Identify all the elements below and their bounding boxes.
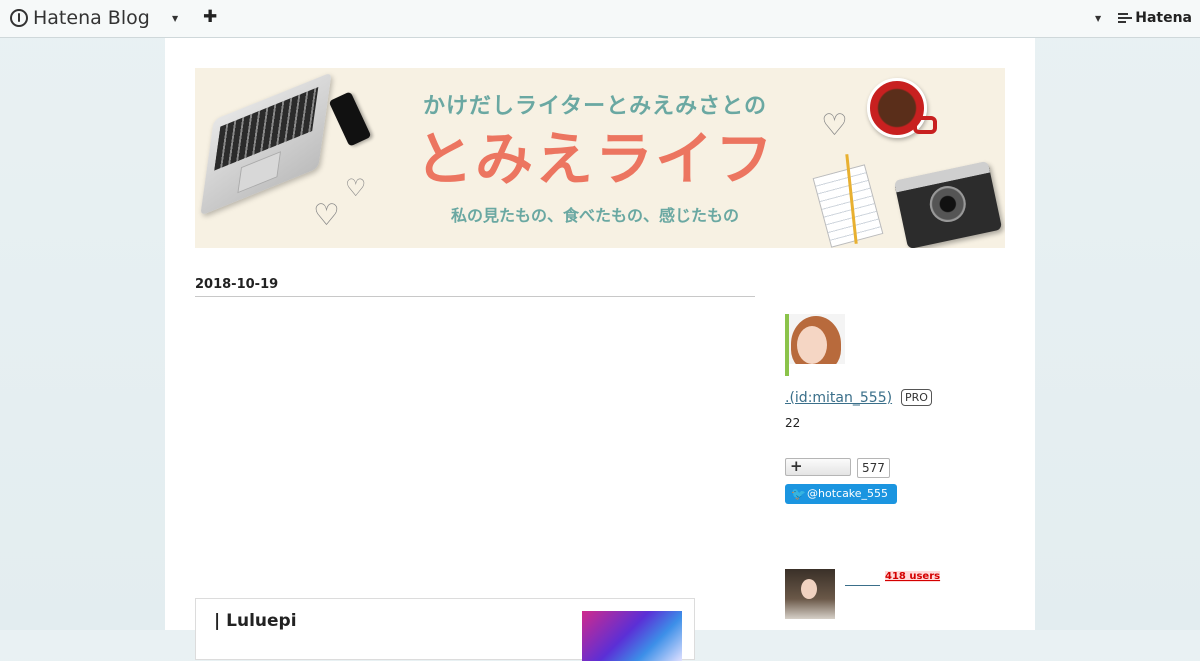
avatar-face [797, 326, 827, 364]
avatar-shirt [785, 364, 845, 376]
blog-header-banner[interactable]: ♡ ♡ ♡ かけだしライターとみえみさとの とみえライフ 私の見たもの、食べたも… [195, 68, 1005, 248]
blog-title: とみえライフ [414, 125, 775, 193]
plus-icon: + [790, 457, 803, 475]
date-divider [195, 296, 755, 297]
twitter-bird-icon: 🐦 [791, 487, 806, 501]
blog-page: ♡ ♡ ♡ かけだしライターとみえみさとの とみえライフ 私の見たもの、食べたも… [165, 38, 1035, 661]
link-card-title[interactable]: | Luluepi [214, 611, 297, 631]
avatar-edge [785, 314, 789, 376]
hatena-blog-logo[interactable]: Hatena Blog [10, 6, 150, 30]
user-menu-caret-icon[interactable]: ▼ [1095, 14, 1101, 23]
camera-illustration [893, 160, 1003, 248]
hatena-brand-link[interactable]: Hatena [1118, 10, 1192, 26]
heart-icon: ♡ [821, 108, 848, 143]
twitter-handle: @hotcake_555 [807, 487, 889, 500]
author-profile-link[interactable]: .(id:mitan_555) [785, 390, 892, 406]
global-header: Hatena Blog ▼ ✚ ▼ Hatena [0, 0, 1200, 38]
logo-menu-caret-icon[interactable]: ▼ [172, 14, 178, 23]
author-avatar[interactable] [785, 314, 845, 376]
entry-date[interactable]: 2018-10-19 [195, 277, 278, 292]
banner-tagline: 私の見たもの、食べたもの、感じたもの [450, 206, 739, 225]
coffee-cup-handle [913, 116, 937, 134]
popular-entry-link[interactable] [845, 585, 880, 586]
heart-icon: ♡ [345, 174, 367, 202]
twitter-follow-button[interactable]: 🐦 @hotcake_555 [785, 484, 897, 504]
bookmark-users-badge[interactable]: 418 users [885, 571, 941, 582]
camera-lens [926, 182, 970, 226]
smartphone-illustration [328, 91, 372, 147]
link-card-thumbnail[interactable] [582, 611, 682, 661]
profile-count: 22 [785, 416, 801, 430]
thumbnail-face [801, 579, 817, 599]
heart-icon: ♡ [313, 198, 340, 233]
embedded-link-card[interactable]: | Luluepi [195, 598, 695, 661]
laptop-illustration [200, 72, 332, 216]
subscriber-count: 577 [857, 458, 890, 478]
logo-text: Hatena Blog [33, 7, 150, 29]
hatena-blog-logo-icon [10, 9, 28, 27]
subscribe-button[interactable]: + [785, 457, 851, 476]
pro-badge: PRO [901, 389, 932, 406]
hatena-brand-text: Hatena [1135, 10, 1192, 26]
banner-subtitle: かけだしライターとみえみさとの [423, 94, 767, 119]
add-icon[interactable]: ✚ [203, 8, 217, 26]
hatena-mark-icon [1118, 12, 1133, 24]
popular-entry-thumbnail[interactable] [785, 569, 835, 619]
